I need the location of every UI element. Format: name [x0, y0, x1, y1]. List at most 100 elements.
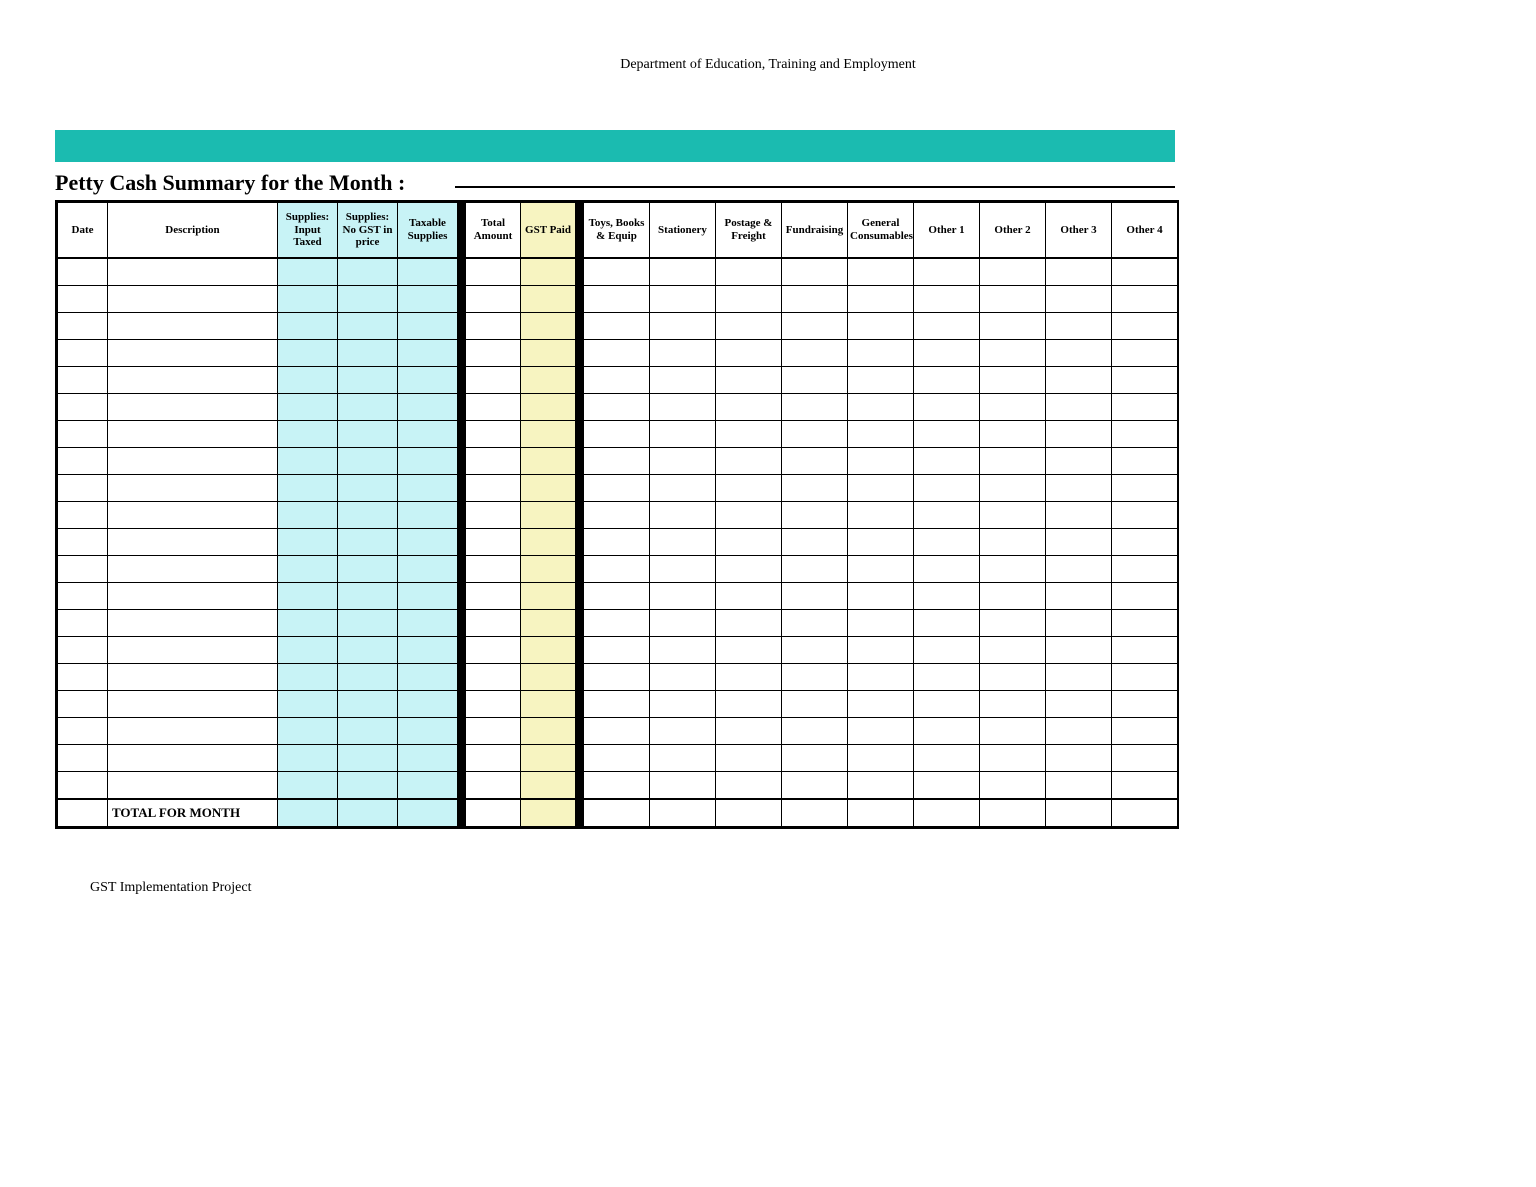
cell[interactable]: [398, 664, 458, 691]
cell[interactable]: [1046, 772, 1112, 800]
cell[interactable]: [782, 258, 848, 286]
cell[interactable]: [398, 448, 458, 475]
cell[interactable]: [466, 258, 521, 286]
cell[interactable]: [914, 637, 980, 664]
cell[interactable]: [716, 664, 782, 691]
cell[interactable]: [58, 529, 108, 556]
cell[interactable]: [848, 718, 914, 745]
cell[interactable]: [278, 556, 338, 583]
cell[interactable]: [278, 691, 338, 718]
cell[interactable]: [914, 258, 980, 286]
cell[interactable]: [58, 340, 108, 367]
cell[interactable]: [58, 367, 108, 394]
cell[interactable]: [1112, 448, 1178, 475]
cell[interactable]: [1046, 475, 1112, 502]
cell[interactable]: [716, 745, 782, 772]
cell[interactable]: [338, 718, 398, 745]
cell[interactable]: [650, 637, 716, 664]
cell[interactable]: [466, 475, 521, 502]
cell[interactable]: [914, 529, 980, 556]
cell[interactable]: [914, 313, 980, 340]
cell[interactable]: [338, 286, 398, 313]
cell[interactable]: [782, 313, 848, 340]
cell[interactable]: [848, 745, 914, 772]
cell[interactable]: [398, 394, 458, 421]
cell[interactable]: [848, 502, 914, 529]
cell[interactable]: [338, 745, 398, 772]
cell[interactable]: [521, 313, 576, 340]
cell[interactable]: [58, 313, 108, 340]
cell[interactable]: [466, 610, 521, 637]
cell[interactable]: [1112, 286, 1178, 313]
cell[interactable]: [914, 448, 980, 475]
cell[interactable]: [1112, 340, 1178, 367]
cell[interactable]: [716, 448, 782, 475]
cell[interactable]: [1112, 664, 1178, 691]
cell[interactable]: [338, 583, 398, 610]
cell[interactable]: [521, 610, 576, 637]
cell[interactable]: [466, 745, 521, 772]
cell[interactable]: [1046, 799, 1112, 827]
cell[interactable]: [1112, 691, 1178, 718]
cell[interactable]: [278, 502, 338, 529]
cell[interactable]: [466, 772, 521, 800]
cell[interactable]: [848, 610, 914, 637]
cell[interactable]: [338, 664, 398, 691]
cell[interactable]: [716, 286, 782, 313]
cell[interactable]: [108, 340, 278, 367]
cell[interactable]: [521, 637, 576, 664]
cell[interactable]: [650, 286, 716, 313]
cell[interactable]: [782, 556, 848, 583]
cell[interactable]: [782, 772, 848, 800]
cell[interactable]: [398, 556, 458, 583]
cell[interactable]: [108, 718, 278, 745]
cell[interactable]: [521, 367, 576, 394]
cell[interactable]: [521, 502, 576, 529]
cell[interactable]: [584, 556, 650, 583]
cell[interactable]: [338, 799, 398, 827]
cell[interactable]: [521, 799, 576, 827]
cell[interactable]: [650, 529, 716, 556]
cell[interactable]: [278, 529, 338, 556]
cell[interactable]: [338, 610, 398, 637]
cell[interactable]: [108, 583, 278, 610]
cell[interactable]: [278, 475, 338, 502]
cell[interactable]: [716, 258, 782, 286]
cell[interactable]: [980, 772, 1046, 800]
cell[interactable]: [782, 448, 848, 475]
cell[interactable]: [584, 394, 650, 421]
cell[interactable]: [466, 448, 521, 475]
cell[interactable]: [1112, 421, 1178, 448]
cell[interactable]: [584, 340, 650, 367]
cell[interactable]: [1046, 367, 1112, 394]
cell[interactable]: [398, 529, 458, 556]
cell[interactable]: [58, 772, 108, 800]
cell[interactable]: [521, 664, 576, 691]
cell[interactable]: [1112, 529, 1178, 556]
cell[interactable]: [278, 340, 338, 367]
cell[interactable]: [1112, 502, 1178, 529]
cell[interactable]: [278, 313, 338, 340]
cell[interactable]: [914, 583, 980, 610]
cell[interactable]: [914, 664, 980, 691]
cell[interactable]: [278, 367, 338, 394]
cell[interactable]: [848, 772, 914, 800]
cell[interactable]: [1046, 556, 1112, 583]
cell[interactable]: [650, 448, 716, 475]
cell[interactable]: [466, 691, 521, 718]
cell[interactable]: [278, 610, 338, 637]
cell[interactable]: [782, 637, 848, 664]
cell[interactable]: [466, 313, 521, 340]
cell[interactable]: [782, 367, 848, 394]
cell[interactable]: [521, 745, 576, 772]
cell[interactable]: [108, 286, 278, 313]
cell[interactable]: [650, 772, 716, 800]
cell[interactable]: [338, 475, 398, 502]
cell[interactable]: [58, 475, 108, 502]
cell[interactable]: [58, 448, 108, 475]
cell[interactable]: [1112, 475, 1178, 502]
cell[interactable]: [108, 448, 278, 475]
cell[interactable]: [398, 583, 458, 610]
cell[interactable]: [716, 394, 782, 421]
cell[interactable]: [58, 799, 108, 827]
